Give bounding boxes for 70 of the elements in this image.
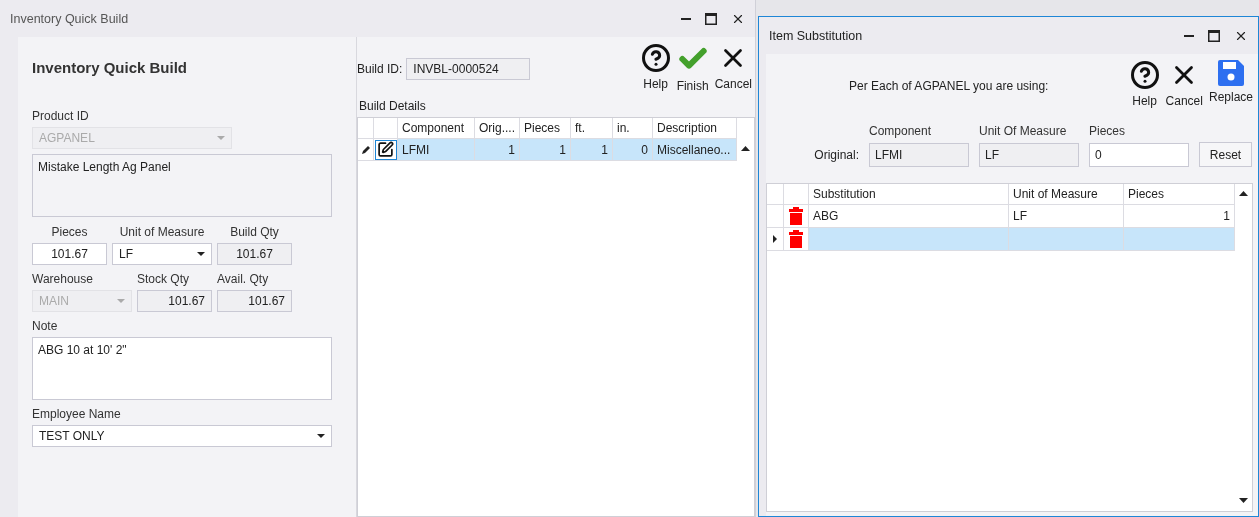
form-heading: Inventory Quick Build (32, 59, 189, 78)
build-id-field: INVBL-0000524 (406, 58, 531, 80)
table-cell: 1 (475, 139, 520, 161)
column-header[interactable]: ft. (571, 118, 613, 139)
table-cell: Miscellaneo... (653, 139, 737, 161)
readonly-field: LF (979, 143, 1079, 167)
field-label: Unit Of Measure (979, 124, 1068, 138)
field-label: Stock Qty (137, 272, 190, 286)
reset-button[interactable]: Reset (1199, 142, 1252, 167)
trash-icon[interactable] (789, 230, 803, 248)
table-cell: LFMI (398, 139, 475, 161)
table-cell: 1 (571, 139, 613, 161)
column-header[interactable]: Unit of Measure (1009, 184, 1124, 205)
row-header[interactable] (767, 228, 784, 251)
help-button[interactable]: Help (640, 43, 671, 93)
table-cell: ABG (809, 205, 1009, 228)
note-field[interactable]: ABG 10 at 10' 2" (32, 337, 332, 400)
readonly-field: LFMI (869, 143, 969, 167)
cancel-button[interactable]: Cancel (714, 43, 752, 93)
field-label: Employee Name (32, 407, 122, 421)
description-field[interactable]: Mistake Length Ag Panel (32, 154, 332, 217)
readonly-field: 101.67 (217, 290, 292, 312)
table-cell: 1 (1124, 205, 1235, 228)
field-label: Avail. Qty (217, 272, 270, 286)
input-field[interactable]: 101.67 (32, 243, 107, 265)
field-label: Pieces (1089, 124, 1127, 138)
readonly-field: 101.67 (137, 290, 212, 312)
help-button[interactable]: Help (1129, 60, 1160, 108)
field-label: Build Qty (229, 225, 280, 239)
scroll-down-icon[interactable] (1239, 498, 1248, 503)
column-header[interactable]: Description (653, 118, 737, 139)
table-cell: 1 (520, 139, 571, 161)
scroll-up-icon[interactable] (741, 146, 750, 151)
window-title: Item Substitution (769, 28, 864, 43)
field-label: Build ID: (357, 62, 403, 76)
current-row-icon (773, 235, 777, 243)
column-header[interactable]: Substitution (809, 184, 1009, 205)
help-icon (1129, 60, 1160, 90)
column-header[interactable]: Component (398, 118, 475, 139)
input-field[interactable]: 0 (1089, 143, 1189, 167)
window-title: Inventory Quick Build (10, 11, 130, 26)
field-label: Note (32, 319, 59, 333)
maximize-icon[interactable] (1208, 29, 1220, 42)
table-cell: 0 (613, 139, 653, 161)
trash-icon[interactable] (789, 207, 803, 225)
pencil-icon (361, 145, 370, 154)
field-label: Original: (814, 147, 859, 164)
prompt-text: Per Each of AGPANEL you are using: (849, 79, 1049, 95)
field-label: Component (869, 124, 933, 138)
replace-button[interactable]: Replace (1208, 60, 1253, 108)
dropdown[interactable]: LF (112, 243, 212, 265)
finish-button[interactable]: Finish (676, 43, 709, 93)
help-icon (640, 43, 671, 73)
column-header[interactable]: in. (613, 118, 653, 139)
column-header[interactable]: Pieces (1124, 184, 1235, 205)
scroll-up-icon[interactable] (1239, 191, 1248, 196)
column-header[interactable]: Pieces (520, 118, 571, 139)
cancel-button[interactable]: Cancel (1165, 60, 1203, 108)
section-label: Build Details (359, 99, 427, 114)
field-label: Product ID (32, 109, 90, 123)
field-label: Warehouse (32, 272, 94, 286)
table-cell: LF (1009, 205, 1124, 228)
maximize-icon[interactable] (705, 12, 717, 25)
column-header[interactable]: Orig.... (475, 118, 520, 139)
save-icon (1218, 60, 1244, 86)
employee-dropdown[interactable]: TEST ONLY (32, 425, 332, 447)
row-header[interactable] (358, 139, 374, 161)
field-label: Unit of Measure (118, 225, 206, 239)
field-label: Pieces (50, 225, 89, 239)
readonly-field: 101.67 (217, 243, 292, 265)
